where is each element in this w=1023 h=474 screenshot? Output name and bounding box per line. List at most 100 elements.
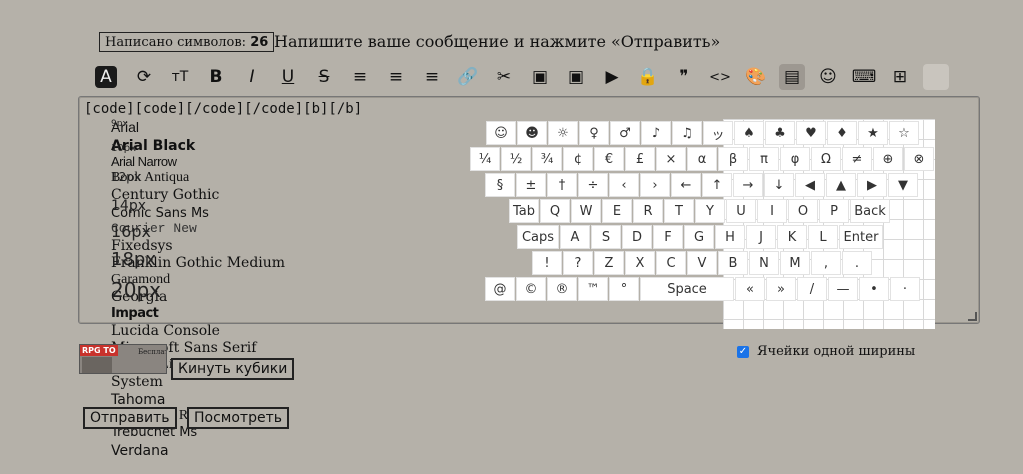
key[interactable]: »: [766, 277, 796, 301]
key[interactable]: B: [718, 251, 748, 275]
key[interactable]: ÷: [578, 173, 608, 197]
key[interactable]: α: [687, 147, 717, 171]
quote-icon[interactable]: ❞: [671, 64, 697, 90]
key[interactable]: ‹: [609, 173, 639, 197]
key[interactable]: T: [664, 199, 694, 223]
key[interactable]: ★: [858, 121, 888, 145]
key[interactable]: Y: [695, 199, 725, 223]
key[interactable]: φ: [780, 147, 810, 171]
key[interactable]: H: [715, 225, 745, 249]
key[interactable]: ♀: [579, 121, 609, 145]
key[interactable]: S: [591, 225, 621, 249]
key[interactable]: ♦: [827, 121, 857, 145]
key[interactable]: £: [625, 147, 655, 171]
keyboard-icon[interactable]: ⌨: [851, 64, 877, 90]
key[interactable]: ♂: [610, 121, 640, 145]
key[interactable]: ↓: [764, 173, 794, 197]
key[interactable]: ▲: [826, 173, 856, 197]
rpg-top-logo[interactable]: RPG TO Бесплатно: [79, 344, 167, 374]
key[interactable]: X: [625, 251, 655, 275]
key[interactable]: →: [733, 173, 763, 197]
key[interactable]: ≠: [842, 147, 872, 171]
lock-icon[interactable]: 🔒: [635, 64, 661, 90]
font-option[interactable]: Tahoma: [111, 392, 165, 408]
key[interactable]: Z: [594, 251, 624, 275]
key[interactable]: °: [609, 277, 639, 301]
font-face-icon[interactable]: A: [95, 66, 117, 88]
key[interactable]: ▶: [857, 173, 887, 197]
font-size-icon[interactable]: тТ: [167, 64, 193, 90]
key[interactable]: ¼: [470, 147, 500, 171]
key[interactable]: Q: [540, 199, 570, 223]
strikethrough-icon[interactable]: S: [311, 64, 337, 90]
key[interactable]: R: [633, 199, 663, 223]
align-left-icon[interactable]: ≡: [347, 64, 373, 90]
key[interactable]: L: [808, 225, 838, 249]
key[interactable]: ⊕: [873, 147, 903, 171]
roll-dice-button[interactable]: Кинуть кубики: [171, 358, 295, 380]
key[interactable]: W: [571, 199, 601, 223]
key[interactable]: π: [749, 147, 779, 171]
key[interactable]: K: [777, 225, 807, 249]
font-size-option[interactable]: 18px: [111, 249, 156, 270]
key[interactable]: F: [653, 225, 683, 249]
key[interactable]: A: [560, 225, 590, 249]
key[interactable]: Back: [850, 199, 890, 223]
key[interactable]: ©: [516, 277, 546, 301]
message-text[interactable]: [code][code][/code][/code][b][/b]: [84, 100, 362, 118]
scissors-icon[interactable]: ✂: [491, 64, 517, 90]
font-option[interactable]: Lucida Console: [111, 323, 220, 339]
key[interactable]: •: [859, 277, 889, 301]
key[interactable]: ▼: [888, 173, 918, 197]
key[interactable]: C: [656, 251, 686, 275]
key[interactable]: ☺: [486, 121, 516, 145]
key[interactable]: Ω: [811, 147, 841, 171]
key[interactable]: ¾: [532, 147, 562, 171]
key[interactable]: ¢: [563, 147, 593, 171]
add-box-icon[interactable]: ⊞: [887, 64, 913, 90]
send-button[interactable]: Отправить: [83, 407, 177, 429]
resize-handle[interactable]: [968, 312, 977, 321]
key[interactable]: ♣: [765, 121, 795, 145]
font-option[interactable]: Impact: [111, 306, 159, 321]
code-icon[interactable]: <>: [707, 64, 733, 90]
video-icon[interactable]: ▶: [599, 64, 625, 90]
key[interactable]: ◀: [795, 173, 825, 197]
key[interactable]: G: [684, 225, 714, 249]
font-option[interactable]: System: [111, 374, 163, 390]
font-size-option[interactable]: 9px: [111, 119, 128, 129]
key[interactable]: ☻: [517, 121, 547, 145]
key[interactable]: O: [788, 199, 818, 223]
key[interactable]: Enter: [839, 225, 883, 249]
key[interactable]: .: [842, 251, 872, 275]
key[interactable]: ±: [516, 173, 546, 197]
font-size-option[interactable]: 10px: [111, 143, 136, 154]
key[interactable]: «: [735, 277, 765, 301]
align-right-icon[interactable]: ≡: [419, 64, 445, 90]
key[interactable]: —: [828, 277, 858, 301]
key[interactable]: ×: [656, 147, 686, 171]
font-option[interactable]: Arial Narrow: [111, 154, 177, 169]
key[interactable]: @: [485, 277, 515, 301]
symbols-icon[interactable]: ▤: [779, 64, 805, 90]
key[interactable]: ™: [578, 277, 608, 301]
key[interactable]: Tab: [509, 199, 539, 223]
key[interactable]: /: [797, 277, 827, 301]
font-size-option[interactable]: 20px: [111, 278, 161, 302]
key[interactable]: D: [622, 225, 652, 249]
font-size-option[interactable]: 16px: [111, 222, 151, 241]
blank-button[interactable]: [923, 64, 949, 90]
preview-button[interactable]: Посмотреть: [187, 407, 289, 429]
key[interactable]: ☆: [889, 121, 919, 145]
key[interactable]: P: [819, 199, 849, 223]
font-size-option[interactable]: 12px: [111, 170, 141, 184]
key[interactable]: ®: [547, 277, 577, 301]
key[interactable]: ☼: [548, 121, 578, 145]
equal-width-checkbox[interactable]: ✓: [737, 345, 749, 358]
font-option[interactable]: Verdana: [111, 443, 169, 459]
key[interactable]: ♥: [796, 121, 826, 145]
key[interactable]: €: [594, 147, 624, 171]
key[interactable]: V: [687, 251, 717, 275]
key[interactable]: ⊗: [904, 147, 934, 171]
key[interactable]: ♫: [672, 121, 702, 145]
